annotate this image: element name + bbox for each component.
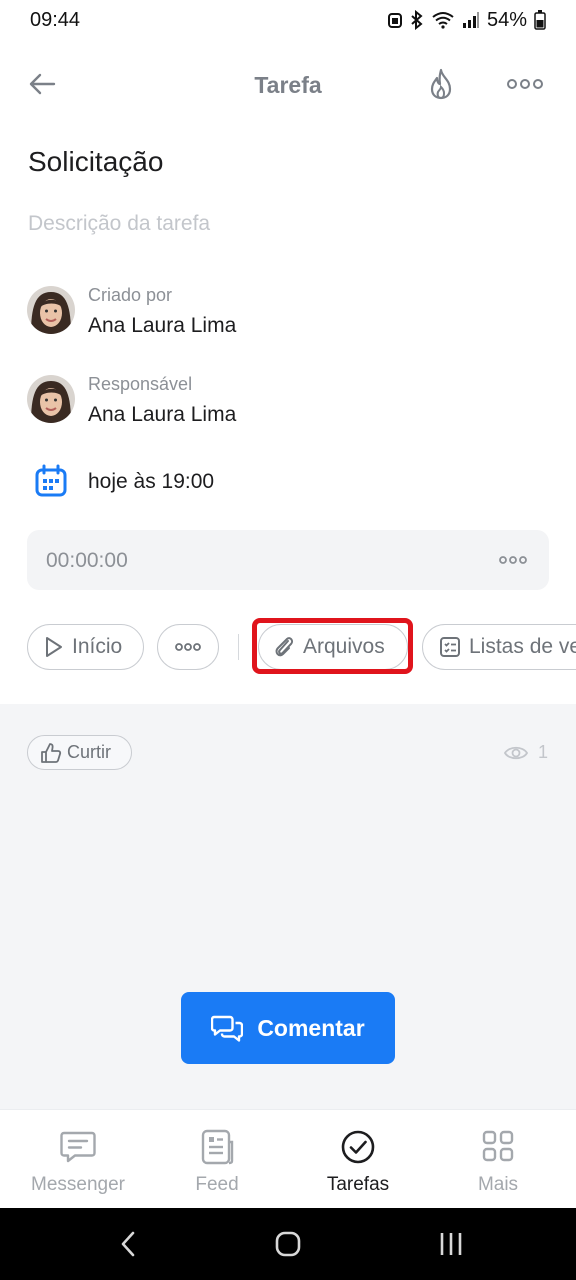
signal-icon	[462, 12, 479, 28]
eye-icon	[503, 746, 528, 759]
bluetooth-icon	[411, 10, 423, 30]
more-actions-button[interactable]	[157, 624, 219, 670]
check-circle-icon	[341, 1130, 375, 1164]
status-time: 09:44	[30, 8, 81, 31]
nav-back-icon[interactable]	[118, 1230, 138, 1258]
avatar	[27, 375, 75, 423]
tab-label: Mais	[477, 1174, 519, 1195]
battery-percent: 54%	[486, 8, 527, 31]
nav-recents-icon[interactable]	[438, 1230, 464, 1258]
alarm-icon	[387, 13, 402, 28]
grid-icon	[482, 1130, 514, 1162]
deadline-text: hoje às 19:00	[88, 470, 215, 493]
highlight-box	[252, 618, 413, 674]
more-dots-icon	[175, 643, 201, 651]
checklists-label: Listas de ve	[469, 635, 576, 658]
system-nav-bar	[0, 1208, 576, 1280]
comment-button[interactable]: Comentar	[181, 992, 395, 1064]
tab-label: Messenger	[31, 1174, 125, 1195]
tab-label: Feed	[195, 1174, 239, 1195]
checklist-icon	[440, 637, 460, 657]
tab-feed[interactable]: Feed	[145, 1110, 289, 1209]
tab-tarefas[interactable]: Tarefas	[286, 1110, 430, 1209]
views-count: 1	[537, 742, 548, 762]
created-by-label: Criado por	[88, 285, 173, 305]
task-description-field[interactable]: Descrição da tarefa	[28, 212, 210, 236]
time-tracker[interactable]: 00:00:00	[27, 530, 549, 590]
avatar	[27, 286, 75, 334]
page-title: Tarefa	[254, 72, 322, 98]
chat-icon	[60, 1131, 96, 1163]
status-bar: 09:44 54%	[0, 0, 576, 40]
like-label: Curtir	[67, 742, 111, 762]
timer-value: 00:00:00	[46, 549, 128, 572]
tab-label: Tarefas	[326, 1174, 390, 1195]
checklists-button[interactable]: Listas de ve	[422, 624, 576, 670]
views-counter: 1	[503, 742, 548, 763]
start-button[interactable]: Início	[27, 624, 144, 670]
tab-messenger[interactable]: Messenger	[6, 1110, 150, 1209]
feed-icon	[201, 1129, 234, 1165]
flame-icon[interactable]	[425, 67, 457, 101]
created-by-row[interactable]: Criado por Ana Laura Lima	[27, 285, 547, 337]
tab-mais[interactable]: Mais	[426, 1110, 570, 1209]
screen: 09:44 54% Tarefa Solicitação Descrição d…	[0, 0, 576, 1280]
deadline-row[interactable]: hoje às 19:00	[34, 464, 434, 500]
bottom-tab-bar: Messenger Feed Tarefas Mais	[0, 1109, 576, 1208]
like-button[interactable]: Curtir	[27, 735, 132, 770]
responsible-row[interactable]: Responsável Ana Laura Lima	[27, 374, 547, 426]
thumbs-up-icon	[41, 742, 62, 763]
battery-icon	[534, 10, 546, 30]
more-dots-icon[interactable]	[499, 552, 527, 568]
calendar-icon	[35, 464, 67, 497]
task-title[interactable]: Solicitação	[28, 146, 163, 178]
comment-label: Comentar	[257, 1014, 365, 1041]
divider	[238, 634, 239, 660]
created-by-name: Ana Laura Lima	[88, 314, 237, 337]
nav-home-icon[interactable]	[274, 1230, 302, 1258]
start-label: Início	[72, 635, 123, 658]
status-icons: 54%	[387, 9, 546, 32]
more-dots-icon[interactable]	[506, 74, 544, 94]
app-header: Tarefa	[0, 56, 576, 114]
responsible-label: Responsável	[88, 374, 193, 394]
comment-icon	[211, 1015, 244, 1042]
play-icon	[46, 637, 62, 657]
responsible-name: Ana Laura Lima	[88, 403, 237, 426]
feedback-area: Curtir 1 Comentar	[0, 704, 576, 1109]
wifi-icon	[432, 12, 454, 29]
